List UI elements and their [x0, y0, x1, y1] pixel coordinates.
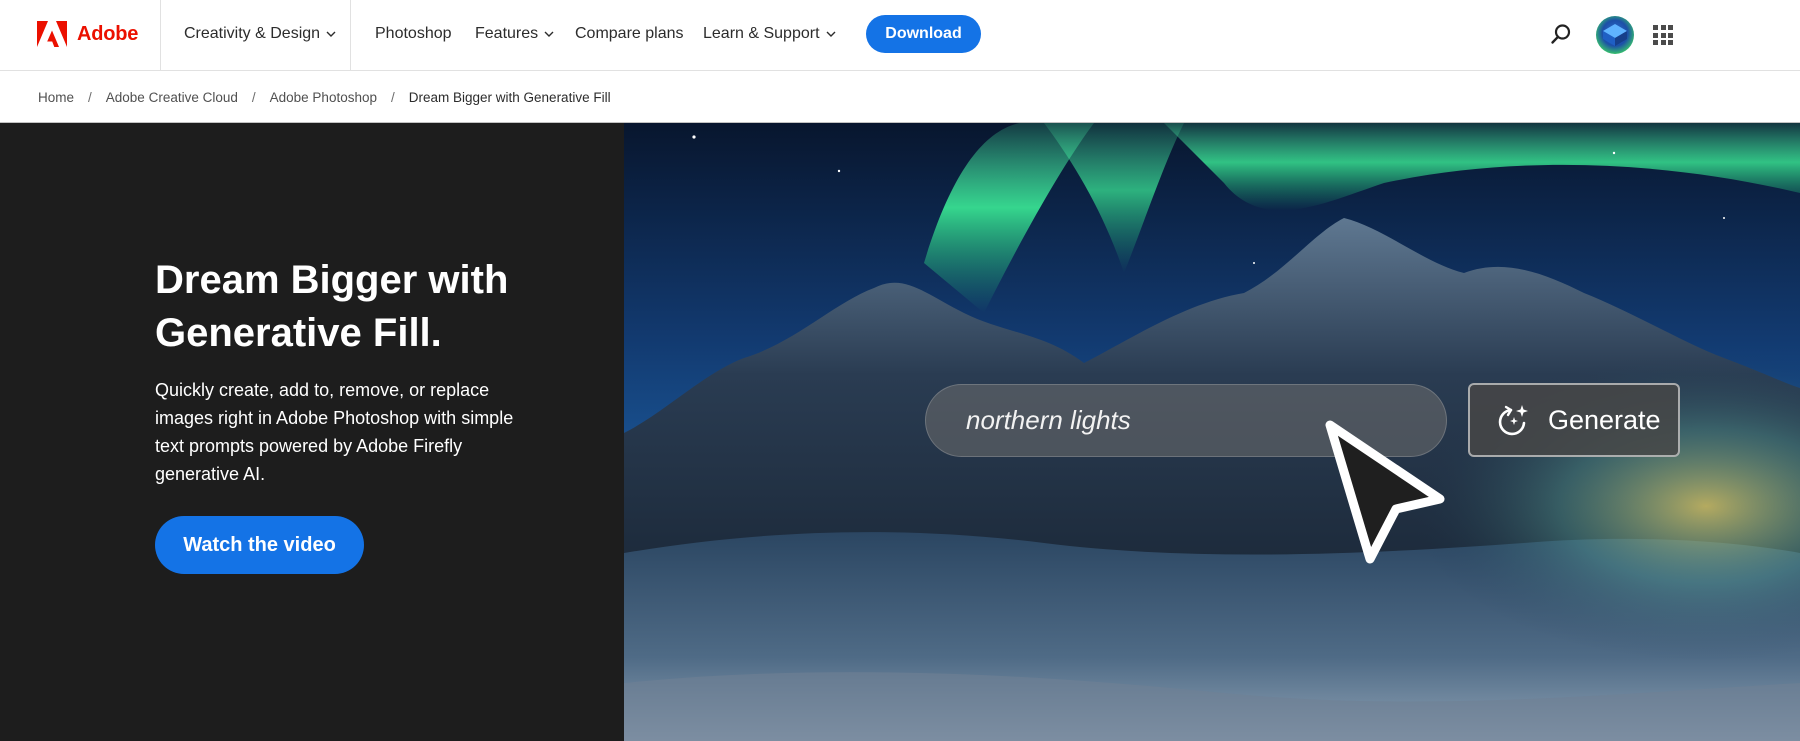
- brand-name: Adobe: [77, 22, 139, 45]
- nav-creativity-design[interactable]: Creativity & Design: [184, 22, 336, 46]
- breadcrumb-creative-cloud[interactable]: Adobe Creative Cloud: [106, 90, 238, 105]
- nav-photoshop[interactable]: Photoshop: [375, 22, 452, 46]
- breadcrumb: Home / Adobe Creative Cloud / Adobe Phot…: [38, 86, 611, 108]
- breadcrumb-separator: /: [88, 89, 92, 105]
- apps-grid-icon[interactable]: [1653, 25, 1673, 45]
- nav-learn-support-label: Learn & Support: [703, 25, 820, 42]
- chevron-down-icon: [326, 31, 336, 37]
- breadcrumb-home[interactable]: Home: [38, 90, 74, 105]
- adobe-logo-icon: [37, 21, 67, 47]
- nav-learn-support[interactable]: Learn & Support: [703, 22, 836, 46]
- search-icon[interactable]: [1549, 22, 1573, 46]
- hero-image: northern lights Generate: [624, 123, 1800, 741]
- prompt-input-value: northern lights: [966, 405, 1131, 435]
- breadcrumb-separator: /: [251, 89, 256, 105]
- nav-compare-plans-label: Compare plans: [575, 25, 684, 42]
- chevron-down-icon: [544, 31, 554, 37]
- hero-title: Dream Bigger with Generative Fill.: [155, 258, 509, 355]
- nav-divider: [350, 0, 351, 71]
- chevron-down-icon: [826, 31, 836, 37]
- nav-features[interactable]: Features: [475, 22, 554, 46]
- nav-compare-plans[interactable]: Compare plans: [575, 22, 684, 46]
- nav-features-label: Features: [475, 25, 539, 42]
- hero-description: Quickly create, add to, remove, or repla…: [155, 380, 514, 484]
- generate-label: Generate: [1548, 404, 1661, 435]
- nav-photoshop-label: Photoshop: [375, 25, 452, 42]
- hero-section: Dream Bigger with Generative Fill. Quick…: [0, 123, 1800, 741]
- generate-sparkle-icon: [1498, 405, 1528, 436]
- avatar[interactable]: [1596, 16, 1634, 54]
- breadcrumb-photoshop[interactable]: Adobe Photoshop: [270, 90, 377, 105]
- top-navigation: Adobe Creativity & Design Photoshop Feat…: [0, 0, 1800, 71]
- breadcrumb-current: Dream Bigger with Generative Fill: [408, 89, 611, 105]
- breadcrumb-separator: /: [390, 89, 395, 105]
- hero-text-panel: Dream Bigger with Generative Fill. Quick…: [0, 123, 624, 741]
- generate-button[interactable]: Generate: [1468, 383, 1680, 457]
- adobe-brand-link[interactable]: Adobe: [37, 20, 138, 48]
- watch-video-button[interactable]: Watch the video: [155, 516, 364, 574]
- nav-divider: [160, 0, 161, 71]
- download-button[interactable]: Download: [866, 15, 981, 53]
- avatar-image: [1603, 24, 1627, 46]
- nav-creativity-design-label: Creativity & Design: [184, 25, 321, 42]
- cursor-arrow-icon: [1325, 420, 1445, 564]
